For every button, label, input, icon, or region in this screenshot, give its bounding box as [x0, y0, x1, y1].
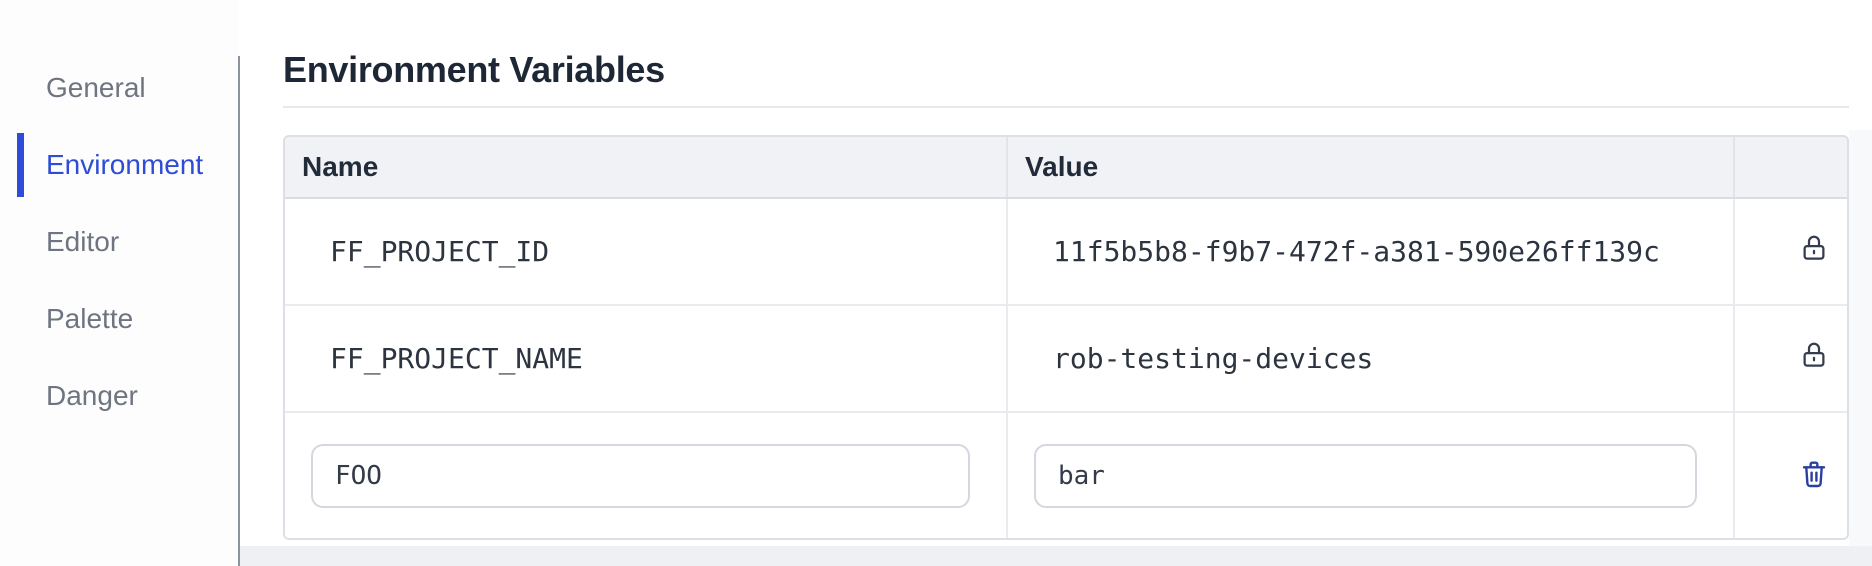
settings-nav: General Environment Editor Palette Dange…	[0, 0, 238, 428]
table-header-row: Name Value	[285, 137, 1847, 199]
env-var-name-cell	[285, 413, 1008, 538]
sidebar-item-editor[interactable]: Editor	[17, 210, 238, 274]
lock-icon	[1799, 339, 1829, 378]
trash-icon	[1798, 457, 1830, 494]
sidebar-item-environment[interactable]: Environment	[17, 133, 238, 197]
column-header-actions	[1735, 137, 1847, 197]
sidebar-item-label: General	[46, 72, 146, 103]
sidebar-item-general[interactable]: General	[17, 56, 238, 120]
sidebar-content-divider	[238, 56, 240, 566]
env-var-lock-cell	[1735, 306, 1847, 411]
env-var-name: FF_PROJECT_NAME	[285, 306, 1008, 411]
env-var-lock-cell	[1735, 199, 1847, 304]
env-var-value-input[interactable]	[1034, 443, 1697, 508]
env-var-name: FF_PROJECT_ID	[285, 199, 1008, 304]
table-row-editable	[285, 413, 1847, 538]
env-var-value: 11f5b5b8-f9b7-472f-a381-590e26ff139c	[1008, 199, 1735, 304]
section-header: Environment Variables	[283, 0, 1849, 108]
sidebar-item-danger[interactable]: Danger	[17, 364, 238, 428]
sidebar-item-label: Danger	[46, 380, 138, 411]
env-var-name-input[interactable]	[311, 443, 970, 508]
env-var-value: rob-testing-devices	[1008, 306, 1735, 411]
bottom-background-strip	[0, 546, 1872, 566]
right-background-gutter	[1849, 130, 1872, 546]
sidebar-item-palette[interactable]: Palette	[17, 287, 238, 351]
column-header-name: Name	[285, 137, 1008, 197]
environment-variables-table: Name Value FF_PROJECT_ID 11f5b5b8-f9b7-4…	[283, 135, 1849, 540]
environment-settings-panel: Environment Variables Name Value FF_PROJ…	[283, 0, 1849, 540]
sidebar-item-label: Palette	[46, 303, 134, 334]
env-var-value-cell	[1008, 413, 1735, 538]
sidebar-item-label: Editor	[46, 226, 120, 257]
delete-row-button[interactable]	[1794, 453, 1834, 498]
table-row: FF_PROJECT_ID 11f5b5b8-f9b7-472f-a381-59…	[285, 199, 1847, 306]
page-title: Environment Variables	[283, 49, 665, 90]
settings-sidebar: General Environment Editor Palette Dange…	[0, 0, 238, 566]
env-var-delete-cell	[1735, 413, 1847, 538]
column-header-value: Value	[1008, 137, 1735, 197]
lock-icon	[1799, 232, 1829, 271]
table-row: FF_PROJECT_NAME rob-testing-devices	[285, 306, 1847, 413]
sidebar-item-label: Environment	[46, 149, 204, 180]
